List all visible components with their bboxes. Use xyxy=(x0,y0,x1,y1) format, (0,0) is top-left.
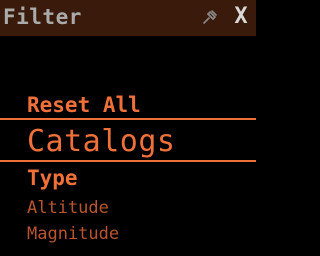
pin-icon-graphic xyxy=(203,10,217,24)
divider-top xyxy=(0,118,256,120)
pin-icon[interactable] xyxy=(201,8,219,26)
divider-bottom xyxy=(0,160,256,162)
reset-all-button[interactable]: Reset All xyxy=(27,93,141,117)
filter-panel: Filter X Reset All Catalogs Type Altitud… xyxy=(0,0,256,256)
title-bar: Filter X xyxy=(0,0,256,36)
close-button[interactable]: X xyxy=(230,4,252,30)
type-section-header[interactable]: Type xyxy=(27,166,78,190)
option-magnitude[interactable]: Magnitude xyxy=(27,224,119,244)
window-title: Filter xyxy=(3,5,82,29)
option-altitude[interactable]: Altitude xyxy=(27,198,109,218)
catalogs-section[interactable]: Catalogs xyxy=(27,124,176,159)
